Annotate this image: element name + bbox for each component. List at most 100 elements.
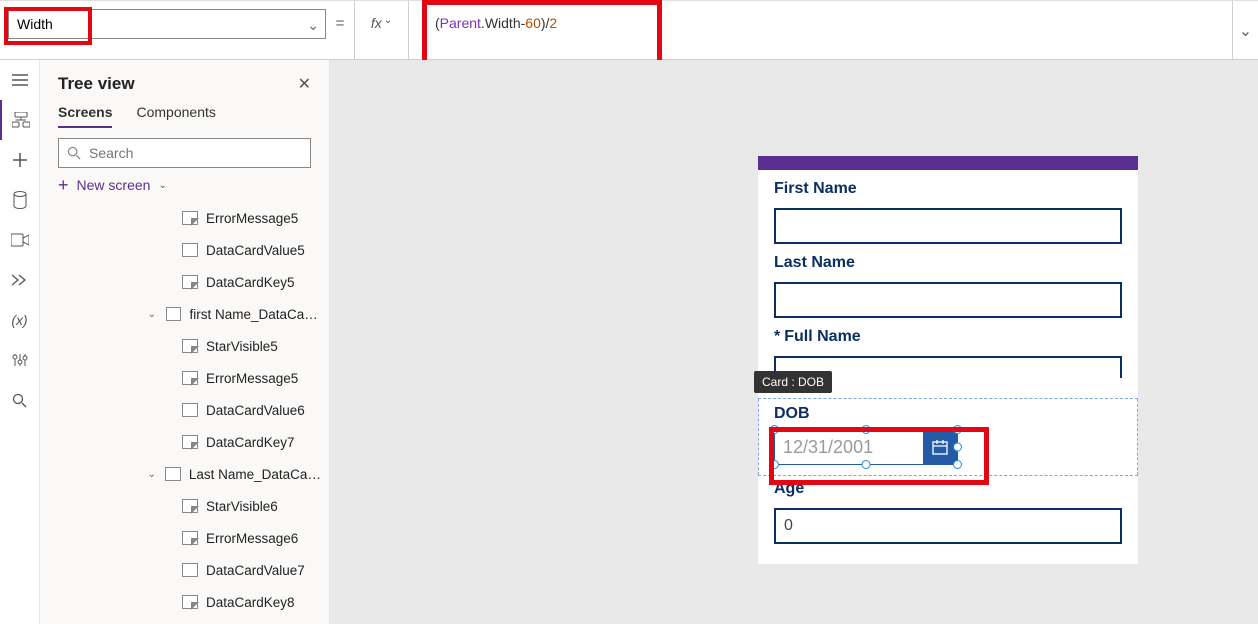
tree-view-title: Tree view (58, 74, 135, 94)
dob-card[interactable]: Card : DOB DOB 12/31/2001 (758, 398, 1138, 476)
tree-node[interactable]: DataCardKey7 (40, 426, 329, 458)
tree-node[interactable]: ErrorMessage5 (40, 362, 329, 394)
tree-node[interactable]: ⌄DOB_DataCard2 (40, 618, 329, 624)
selection-handle[interactable] (862, 425, 871, 434)
tree-node[interactable]: ⌄first Name_DataCard1 (40, 298, 329, 330)
rail-variables-button[interactable]: (x) (0, 300, 40, 340)
rail-insert-button[interactable] (0, 140, 40, 180)
new-screen-label: New screen (77, 177, 151, 193)
control-icon (182, 499, 198, 513)
full-name-label: *Full Name (774, 328, 1122, 346)
calendar-icon[interactable] (923, 430, 957, 464)
card-icon (165, 467, 180, 481)
plus-icon: + (58, 176, 69, 194)
tree-node-label: DataCardKey8 (206, 595, 295, 610)
chevron-down-icon: ⌄ (307, 17, 319, 34)
chevron-down-icon: ⌄ (384, 15, 392, 26)
tree-node-label: DataCardValue6 (206, 403, 305, 418)
search-icon (67, 146, 81, 160)
tree-node-label: StarVisible5 (206, 339, 278, 354)
control-icon (182, 595, 198, 609)
close-icon[interactable]: ✕ (298, 74, 311, 94)
control-icon (182, 243, 198, 257)
control-icon (182, 531, 198, 545)
tree-node-label: ErrorMessage5 (206, 371, 298, 386)
formula-token: 2 (549, 15, 557, 60)
fx-label: fx (371, 15, 382, 31)
first-name-label: First Name (774, 180, 1122, 198)
tree-node[interactable]: StarVisible6 (40, 490, 329, 522)
tree-node[interactable]: DataCardKey8 (40, 586, 329, 618)
card-icon (166, 307, 182, 321)
formula-expand-button[interactable]: ⌄ (1232, 1, 1258, 60)
tree-node[interactable]: DataCardValue7 (40, 554, 329, 586)
formula-token: 60 (525, 15, 541, 60)
tree-node[interactable]: ErrorMessage6 (40, 522, 329, 554)
phone-screen[interactable]: First Name Last Name *Full Name Card : D… (758, 156, 1138, 564)
tree-node-label: StarVisible6 (206, 499, 278, 514)
tree-view-panel: Tree view ✕ Screens Components + New scr… (40, 60, 330, 624)
chevron-down-icon: ⌄ (146, 469, 157, 480)
tree-node-label: DataCardValue7 (206, 563, 305, 578)
tree-list[interactable]: ErrorMessage5 DataCardValue5 DataCardKey… (40, 200, 329, 624)
tree-node[interactable]: DataCardValue5 (40, 234, 329, 266)
last-name-input[interactable] (774, 282, 1122, 318)
control-icon (182, 275, 198, 289)
fx-button[interactable]: fx ⌄ (354, 1, 408, 60)
tree-search[interactable] (58, 138, 311, 168)
new-screen-button[interactable]: + New screen ⌄ (58, 176, 329, 194)
tree-node[interactable]: StarVisible5 (40, 330, 329, 362)
control-icon (182, 403, 198, 417)
tree-node-label: first Name_DataCard1 (189, 307, 321, 322)
rail-hamburger-button[interactable] (0, 60, 40, 100)
control-icon (182, 211, 198, 225)
age-label: Age (774, 480, 1122, 498)
rail-search-button[interactable] (0, 380, 40, 420)
last-name-label: Last Name (774, 254, 1122, 272)
age-input[interactable]: 0 (774, 508, 1122, 544)
property-selector[interactable]: Width ⌄ (8, 9, 326, 39)
card-tooltip: Card : DOB (754, 371, 832, 393)
formula-bar[interactable]: ( Parent . Width - 60 ) / 2 (408, 1, 1232, 60)
control-icon (182, 435, 198, 449)
dob-datepicker[interactable]: 12/31/2001 (774, 429, 958, 465)
tree-node-label: ErrorMessage6 (206, 531, 298, 546)
formula-token: Parent (440, 15, 481, 60)
property-selector-value: Width (17, 16, 53, 32)
rail-power-automate-button[interactable] (0, 260, 40, 300)
design-canvas[interactable]: First Name Last Name *Full Name Card : D… (330, 60, 1258, 624)
rail-media-button[interactable] (0, 220, 40, 260)
control-icon (182, 563, 198, 577)
selection-handle[interactable] (770, 460, 779, 469)
tree-node[interactable]: DataCardKey5 (40, 266, 329, 298)
selection-handle[interactable] (862, 460, 871, 469)
left-rail: (x) (0, 60, 40, 624)
dob-label: DOB (774, 405, 1122, 423)
tab-screens[interactable]: Screens (58, 104, 112, 128)
required-marker: * (774, 328, 780, 345)
tree-node-label: ErrorMessage5 (206, 211, 298, 226)
tree-node[interactable]: ⌄ Last Name_DataCard1 (40, 458, 329, 490)
selection-handle[interactable] (953, 443, 962, 452)
selection-handle[interactable] (953, 425, 962, 434)
tab-components[interactable]: Components (136, 104, 215, 128)
tree-node-label: DataCardValue5 (206, 243, 305, 258)
rail-data-button[interactable] (0, 180, 40, 220)
selection-handle[interactable] (953, 460, 962, 469)
tree-node[interactable]: ErrorMessage5 (40, 202, 329, 234)
rail-tree-view-button[interactable] (0, 100, 40, 140)
tree-node-label: DataCardKey7 (206, 435, 295, 450)
app-header-bar (758, 156, 1138, 170)
first-name-input[interactable] (774, 208, 1122, 244)
selection-handle[interactable] (770, 425, 779, 434)
control-icon (182, 339, 198, 353)
dob-value: 12/31/2001 (775, 437, 923, 458)
tree-search-input[interactable] (89, 145, 302, 161)
tree-node-label: Last Name_DataCard1 (189, 467, 321, 482)
age-value: 0 (784, 517, 793, 535)
control-icon (182, 371, 198, 385)
tree-node-label: DataCardKey5 (206, 275, 295, 290)
rail-advanced-tools-button[interactable] (0, 340, 40, 380)
tree-node[interactable]: DataCardValue6 (40, 394, 329, 426)
full-name-label-text: Full Name (784, 328, 860, 345)
